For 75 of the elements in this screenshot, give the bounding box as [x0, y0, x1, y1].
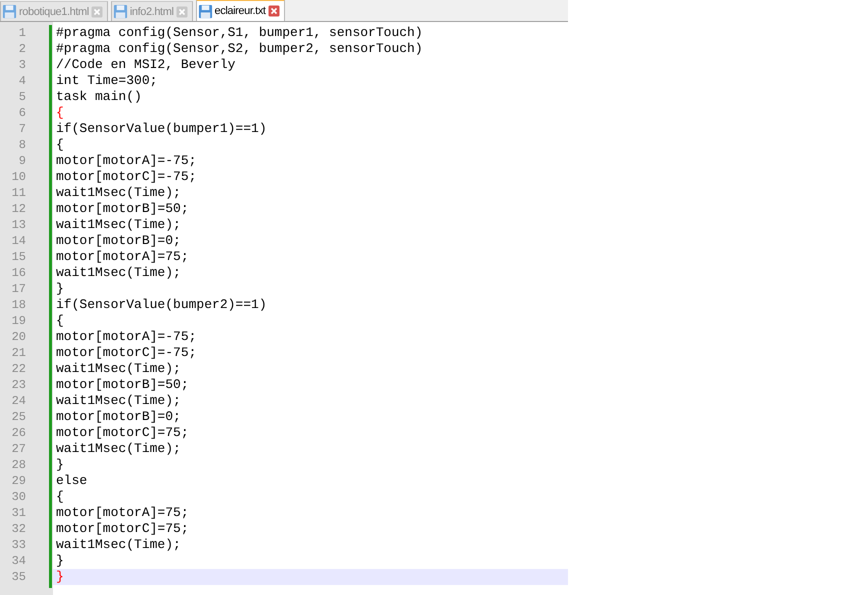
- code-line: {: [55, 105, 65, 121]
- code-line: wait1Msec(Time);: [55, 185, 182, 201]
- code-line: {: [55, 489, 65, 505]
- code-line: motor[motorC]=75;: [55, 521, 190, 537]
- code-line: #pragma config(Sensor,S2, bumper2, sensorTouch): [55, 41, 424, 57]
- code-line: motor[motorB]=0;: [55, 409, 182, 425]
- line-number: 6: [18, 105, 27, 121]
- code-line: motor[motorC]=-75;: [55, 345, 198, 361]
- code-line: else: [55, 473, 88, 489]
- line-number: 29: [10, 473, 27, 489]
- code-line: #pragma config(Sensor,S1, bumper1, sensorTouch): [55, 25, 424, 41]
- line-number: 2: [18, 41, 27, 57]
- close-icon[interactable]: [268, 5, 280, 17]
- file-tab[interactable]: info2.html: [110, 1, 193, 21]
- line-number: 4: [18, 73, 27, 89]
- line-number: 19: [10, 313, 27, 329]
- line-number: 5: [18, 89, 27, 105]
- line-number: 31: [10, 505, 27, 521]
- line-number: 30: [10, 489, 27, 505]
- line-number: 28: [10, 457, 27, 473]
- line-number: 20: [10, 329, 27, 345]
- code-line: motor[motorA]=-75;: [55, 329, 198, 345]
- line-number: 13: [10, 217, 27, 233]
- code-line: task main(): [55, 89, 143, 105]
- code-line: wait1Msec(Time);: [55, 361, 182, 377]
- line-number: 34: [10, 553, 27, 569]
- code-line: wait1Msec(Time);: [55, 265, 182, 281]
- code-line: wait1Msec(Time);: [55, 441, 182, 457]
- code-line: {: [55, 313, 65, 329]
- line-number: 17: [10, 281, 27, 297]
- code-line: {: [55, 137, 65, 153]
- line-number: 16: [10, 265, 27, 281]
- line-number: 10: [10, 169, 27, 185]
- code-line: motor[motorB]=50;: [55, 201, 190, 217]
- code-line: if(SensorValue(bumper1)==1): [55, 121, 268, 137]
- code-line: //Code en MSI2, Beverly: [55, 57, 236, 73]
- line-number: 26: [10, 425, 27, 441]
- line-number: 7: [18, 121, 27, 137]
- line-number: 27: [10, 441, 27, 457]
- code-line: wait1Msec(Time);: [55, 537, 182, 553]
- line-number: 18: [10, 297, 27, 313]
- code-line: motor[motorB]=0;: [55, 233, 182, 249]
- line-number: 1: [18, 25, 27, 41]
- line-number: 33: [10, 537, 27, 553]
- code-line: motor[motorA]=-75;: [55, 153, 198, 169]
- code-line: int Time=300;: [55, 73, 158, 89]
- line-number: 22: [10, 361, 27, 377]
- code-line: motor[motorA]=75;: [55, 505, 190, 521]
- line-number: 25: [10, 409, 27, 425]
- code-line: }: [55, 553, 65, 569]
- code-line: wait1Msec(Time);: [55, 217, 182, 233]
- file-tab[interactable]: eclaireur.txt: [196, 0, 285, 21]
- code-line: motor[motorC]=75;: [55, 425, 190, 441]
- line-number: 21: [10, 345, 27, 361]
- line-number: 24: [10, 393, 27, 409]
- line-number: 3: [18, 57, 27, 73]
- line-number: 14: [10, 233, 27, 249]
- code-line: }: [55, 457, 65, 473]
- line-number: 35: [10, 569, 27, 585]
- close-icon[interactable]: [176, 6, 188, 18]
- line-number: 12: [10, 201, 27, 217]
- line-number: 23: [10, 377, 27, 393]
- file-tab[interactable]: robotique1.html: [0, 1, 108, 21]
- line-number: 11: [10, 185, 27, 201]
- code-line: motor[motorA]=75;: [55, 249, 190, 265]
- line-number: 32: [10, 521, 27, 537]
- close-icon[interactable]: [90, 6, 103, 18]
- code-line: if(SensorValue(bumper2)==1): [55, 297, 268, 313]
- line-number: 8: [18, 137, 27, 153]
- line-number: 9: [18, 153, 27, 169]
- code-line: }: [55, 281, 65, 297]
- code-line: wait1Msec(Time);: [55, 393, 182, 409]
- line-number: 15: [10, 249, 27, 265]
- code-line: motor[motorB]=50;: [55, 377, 190, 393]
- code-line: motor[motorC]=-75;: [55, 169, 198, 185]
